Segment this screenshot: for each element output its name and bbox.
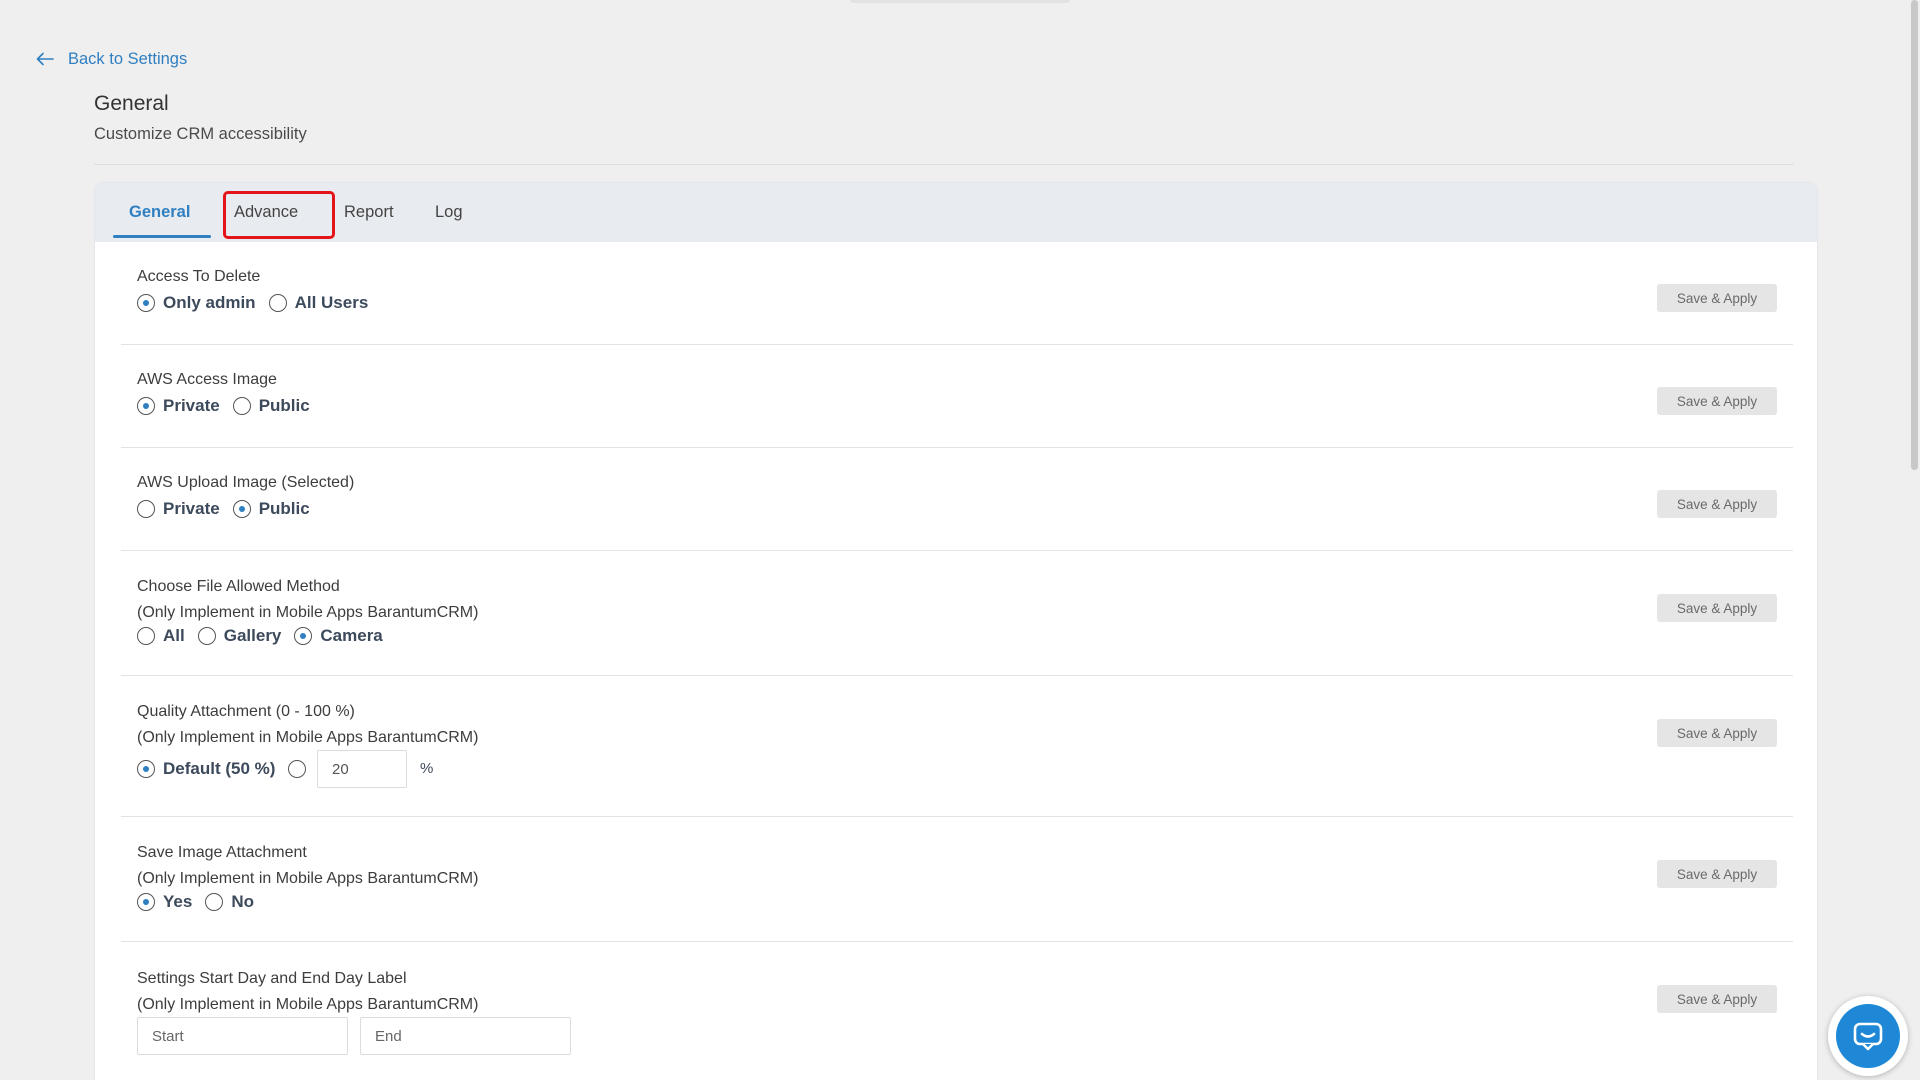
- quality-percent-input[interactable]: [317, 750, 407, 788]
- option-label: Public: [258, 396, 310, 415]
- radio-all[interactable]: All: [137, 626, 185, 646]
- option-label: No: [231, 892, 254, 911]
- option-label: Default (50 %): [163, 759, 276, 778]
- save-apply-button[interactable]: Save & Apply: [1657, 860, 1777, 888]
- radio-button[interactable]: [197, 627, 216, 645]
- settings-card: General Advance Report Log Access To Del…: [94, 182, 1818, 1080]
- radio-group: Yes No: [137, 891, 267, 913]
- radio-yes[interactable]: Yes: [137, 892, 192, 912]
- arrow-left-icon: [36, 52, 54, 66]
- save-apply-button[interactable]: Save & Apply: [1657, 387, 1777, 415]
- section-label: AWS Access Image: [137, 371, 277, 388]
- option-label: Only admin: [163, 293, 256, 312]
- back-to-settings-link[interactable]: Back to Settings: [36, 47, 187, 71]
- radio-button[interactable]: [137, 294, 155, 312]
- section-access-to-delete: Access To Delete Only admin All Users Sa…: [121, 242, 1793, 345]
- tab-log[interactable]: Log: [435, 183, 463, 242]
- radio-private[interactable]: Private: [137, 396, 220, 416]
- page-title: General: [94, 92, 169, 115]
- radio-custom-quality[interactable]: [288, 760, 314, 778]
- section-label: Settings Start Day and End Day Label: [137, 970, 407, 987]
- section-day-labels: Settings Start Day and End Day Label (On…: [121, 942, 1793, 1080]
- option-label: Private: [163, 396, 220, 415]
- option-label: Yes: [163, 892, 193, 911]
- radio-button[interactable]: [294, 627, 313, 645]
- section-note: (Only Implement in Mobile Apps BarantumC…: [137, 996, 479, 1013]
- end-day-label-input[interactable]: [360, 1017, 571, 1055]
- section-label: AWS Upload Image (Selected): [137, 474, 355, 491]
- section-label: Choose File Allowed Method: [137, 578, 340, 595]
- radio-button[interactable]: [137, 760, 155, 778]
- save-apply-button[interactable]: Save & Apply: [1657, 719, 1777, 747]
- section-aws-upload-image: AWS Upload Image (Selected) Private Publ…: [121, 448, 1793, 551]
- radio-public[interactable]: Public: [232, 499, 310, 519]
- chat-widget-inner: [1836, 1004, 1900, 1068]
- option-label: Gallery: [223, 626, 282, 645]
- save-apply-button[interactable]: Save & Apply: [1657, 594, 1777, 622]
- percent-unit: %: [420, 760, 434, 777]
- settings-page: Back to Settings General Customize CRM a…: [0, 0, 1920, 1080]
- section-note: (Only Implement in Mobile Apps BarantumC…: [137, 604, 479, 621]
- option-label: Camera: [320, 626, 383, 645]
- active-tab-indicator: [113, 235, 211, 238]
- radio-no[interactable]: No: [205, 892, 254, 912]
- option-label: Private: [163, 499, 220, 518]
- section-label: Quality Attachment (0 - 100 %): [137, 703, 355, 720]
- radio-button[interactable]: [232, 500, 251, 518]
- page-subtitle: Customize CRM accessibility: [94, 125, 307, 143]
- save-apply-button[interactable]: Save & Apply: [1657, 284, 1777, 312]
- radio-only-admin[interactable]: Only admin: [137, 293, 256, 313]
- section-note: (Only Implement in Mobile Apps BarantumC…: [137, 870, 479, 887]
- radio-button[interactable]: [268, 294, 287, 312]
- radio-button[interactable]: [288, 760, 307, 778]
- chat-bubble-icon: [1853, 1022, 1883, 1051]
- option-label: All: [163, 626, 185, 645]
- section-note: (Only Implement in Mobile Apps BarantumC…: [137, 729, 479, 746]
- radio-private[interactable]: Private: [137, 499, 220, 519]
- radio-group: Private Public: [137, 395, 323, 417]
- tab-advance-highlight: [223, 191, 335, 239]
- section-quality-attachment: Quality Attachment (0 - 100 %) (Only Imp…: [121, 676, 1793, 817]
- radio-gallery[interactable]: Gallery: [197, 626, 282, 646]
- radio-default-quality[interactable]: Default (50 %): [137, 759, 275, 779]
- radio-group: Default (50 %): [137, 758, 327, 780]
- save-apply-button[interactable]: Save & Apply: [1657, 490, 1777, 518]
- save-apply-button[interactable]: Save & Apply: [1657, 985, 1777, 1013]
- chat-widget-button[interactable]: [1828, 996, 1908, 1076]
- top-edge-decoration: [850, 0, 1070, 3]
- header-divider: [94, 164, 1794, 165]
- radio-button[interactable]: [137, 627, 155, 645]
- start-day-label-input[interactable]: [137, 1017, 348, 1055]
- option-label: All Users: [294, 293, 369, 312]
- radio-public[interactable]: Public: [232, 396, 310, 416]
- radio-all-users[interactable]: All Users: [268, 293, 369, 313]
- section-label: Save Image Attachment: [137, 844, 307, 861]
- option-label: Public: [258, 499, 310, 518]
- section-file-allowed-method: Choose File Allowed Method (Only Impleme…: [121, 551, 1793, 676]
- scrollbar-thumb[interactable]: [1911, 0, 1918, 470]
- section-label: Access To Delete: [137, 268, 261, 285]
- tab-general[interactable]: General: [129, 183, 190, 242]
- section-aws-access-image: AWS Access Image Private Public Save & A…: [121, 345, 1793, 448]
- section-save-image-attachment: Save Image Attachment (Only Implement in…: [121, 817, 1793, 942]
- radio-button[interactable]: [137, 397, 155, 415]
- radio-group: Only admin All Users: [137, 292, 381, 314]
- radio-group: All Gallery Camera: [137, 625, 396, 647]
- tab-report[interactable]: Report: [344, 183, 394, 242]
- scrollbar[interactable]: [1908, 0, 1920, 1080]
- radio-group: Private Public: [137, 498, 323, 520]
- tab-bar: General Advance Report Log: [95, 183, 1817, 242]
- radio-button[interactable]: [137, 500, 155, 518]
- radio-camera[interactable]: Camera: [294, 626, 383, 646]
- radio-button[interactable]: [232, 397, 251, 415]
- back-link-label[interactable]: Back to Settings: [68, 50, 187, 69]
- radio-button[interactable]: [205, 893, 224, 911]
- radio-button[interactable]: [137, 893, 155, 911]
